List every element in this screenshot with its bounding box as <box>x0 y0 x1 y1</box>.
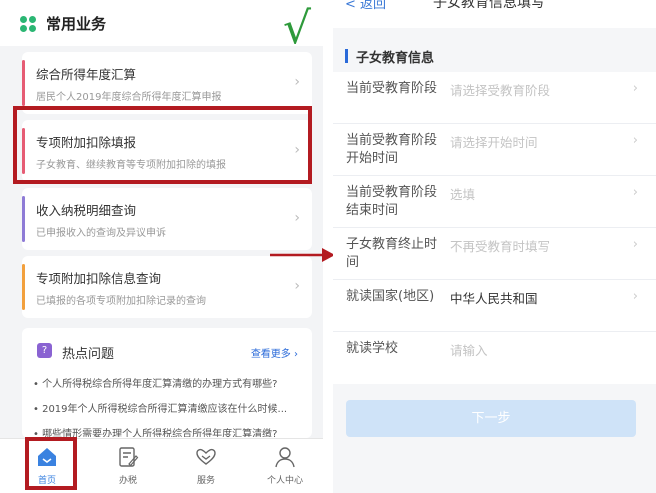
header-title: 常用业务 <box>46 15 107 33</box>
card-accent-bar <box>22 196 25 242</box>
view-more-link[interactable]: 查看更多 › <box>251 345 298 360</box>
checkmark-annotation: √ <box>283 3 312 54</box>
hot-questions-title: 热点问题 <box>62 347 115 362</box>
row-label: 就读学校 <box>346 341 399 356</box>
question-chat-icon: ? <box>37 343 52 358</box>
tab-personal-center[interactable]: 个人中心 <box>245 439 325 493</box>
hot-question-item[interactable]: • 个人所得税综合所得年度汇算清缴的办理方式有哪些? <box>33 375 308 390</box>
document-pen-icon <box>119 447 139 467</box>
chevron-right-icon: › <box>632 289 638 304</box>
row-label: 当前受教育阶段结束时间 <box>346 185 438 218</box>
row-value: 请选择开始时间 <box>450 135 538 150</box>
row-label: 就读国家(地区) <box>346 289 435 304</box>
arrow-right-icon <box>270 248 335 262</box>
row-study-country[interactable]: 就读国家(地区) 中华人民共和国 › <box>333 280 656 332</box>
card-title: 专项附加扣除信息查询 <box>36 271 162 286</box>
row-label: 子女教育终止时间 <box>346 237 438 270</box>
hot-questions-panel: ? 热点问题 查看更多 › • 个人所得税综合所得年度汇算清缴的办理方式有哪些?… <box>22 328 312 438</box>
card-subtitle: 居民个人2019年度综合所得年度汇算申报 <box>36 92 222 103</box>
tab-service[interactable]: 服务 <box>166 439 246 493</box>
tab-label: 办税 <box>118 476 137 486</box>
tab-label: 个人中心 <box>266 476 303 486</box>
row-value: 选填 <box>450 187 476 202</box>
nav-title: 子女教育信息填写 <box>433 0 545 11</box>
chevron-right-icon: › <box>294 278 300 294</box>
row-label: 当前受教育阶段开始时间 <box>346 133 438 166</box>
highlight-box-deduction <box>13 106 312 184</box>
chevron-right-icon: › <box>294 74 300 90</box>
row-value: 不再受教育时填写 <box>450 239 551 254</box>
tab-label: 服务 <box>196 476 215 486</box>
hot-question-item[interactable]: • 哪些情形需要办理个人所得税综合所得年度汇算清缴? <box>33 425 308 437</box>
hot-question-item[interactable]: • 2019年个人所得税综合所得汇算清缴应该在什么时候... <box>33 400 308 415</box>
card-annual-settlement[interactable]: 综合所得年度汇算 居民个人2019年度综合所得年度汇算申报 › <box>22 52 312 114</box>
row-education-stage[interactable]: 当前受教育阶段 请选择受教育阶段 › <box>333 72 656 124</box>
row-education-end-time[interactable]: 子女教育终止时间 不再受教育时填写 › <box>333 228 656 280</box>
card-subtitle: 已申报收入的查询及异议申诉 <box>36 228 166 239</box>
clover-icon <box>20 16 36 32</box>
next-step-button[interactable]: 下一步 <box>346 400 636 437</box>
card-accent-bar <box>22 60 25 106</box>
section-title: 子女教育信息 <box>356 51 435 66</box>
row-label: 当前受教育阶段 <box>346 81 438 96</box>
user-icon <box>275 447 295 468</box>
row-value: 请选择受教育阶段 <box>450 83 551 98</box>
row-value: 中华人民共和国 <box>450 291 538 306</box>
form-list: 当前受教育阶段 请选择受教育阶段 › 当前受教育阶段开始时间 请选择开始时间 ›… <box>333 72 656 384</box>
card-deduction-info-query[interactable]: 专项附加扣除信息查询 已填报的各项专项附加扣除记录的查询 › <box>22 256 312 318</box>
card-title: 收入纳税明细查询 <box>36 203 137 218</box>
section-header: 子女教育信息 <box>333 40 656 70</box>
chevron-right-icon: › <box>632 185 638 200</box>
heart-hands-icon <box>196 448 216 465</box>
card-income-tax-detail[interactable]: 收入纳税明细查询 已申报收入的查询及异议申诉 › <box>22 188 312 250</box>
card-title: 综合所得年度汇算 <box>36 67 137 82</box>
row-school[interactable]: 就读学校 请输入 <box>333 332 656 384</box>
card-accent-bar <box>22 264 25 310</box>
tab-tax[interactable]: 办税 <box>88 439 168 493</box>
back-button[interactable]: < 返回 <box>345 0 386 12</box>
right-screen: < 返回 子女教育信息填写 子女教育信息 当前受教育阶段 请选择受教育阶段 › … <box>333 0 656 493</box>
chevron-right-icon: › <box>632 133 638 148</box>
row-stage-start-time[interactable]: 当前受教育阶段开始时间 请选择开始时间 › <box>333 124 656 176</box>
highlight-box-home-tab <box>25 437 77 490</box>
card-subtitle: 已填报的各项专项附加扣除记录的查询 <box>36 296 206 307</box>
chevron-right-icon: › <box>632 237 638 252</box>
section-accent-bar <box>345 49 348 63</box>
chevron-right-icon: › <box>294 210 300 226</box>
common-services-header: 常用业务 <box>0 0 323 46</box>
chevron-right-icon: › <box>632 81 638 96</box>
top-nav-bar: < 返回 子女教育信息填写 <box>333 0 656 28</box>
row-stage-end-time[interactable]: 当前受教育阶段结束时间 选填 › <box>333 176 656 228</box>
school-input[interactable]: 请输入 <box>450 340 488 359</box>
